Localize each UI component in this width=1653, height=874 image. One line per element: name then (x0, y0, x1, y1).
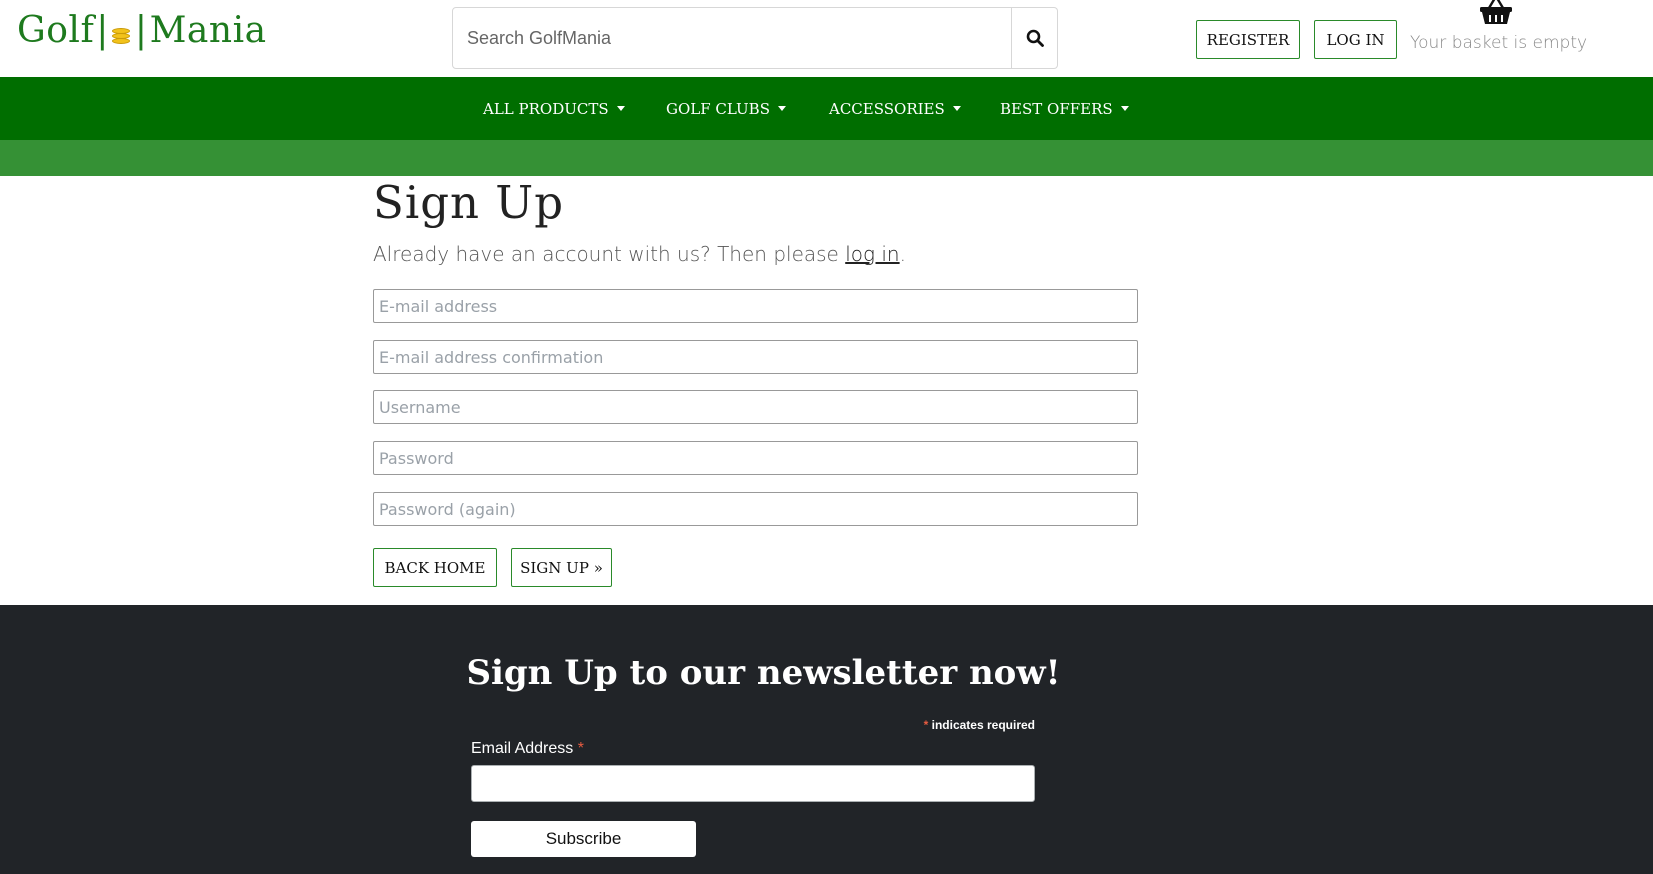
login-link[interactable]: log in (845, 242, 899, 266)
caret-down-icon (616, 106, 625, 111)
back-home-button[interactable]: BACK HOME (373, 548, 497, 587)
newsletter-footer: Sign Up to our newsletter now! * indicat… (0, 605, 1653, 874)
required-note-text: indicates required (928, 718, 1035, 732)
caret-down-icon (952, 106, 961, 111)
nav-label: ACCESSORIES (829, 99, 945, 118)
basket-status: Your basket is empty (1410, 33, 1588, 53)
sub-banner (0, 140, 1653, 176)
caret-down-icon (777, 106, 786, 111)
sign-up-button[interactable]: SIGN UP » (511, 548, 612, 587)
login-prompt-suffix: . (899, 242, 906, 266)
nav-accessories[interactable]: ACCESSORIES (829, 77, 961, 140)
nav-label: ALL PRODUCTS (483, 99, 609, 118)
coins-icon (111, 22, 132, 48)
register-button[interactable]: REGISTER (1196, 20, 1300, 59)
logo-text-mania: Mania (149, 10, 267, 51)
nav-golf-clubs[interactable]: GOLF CLUBS (666, 77, 786, 140)
search-icon (1026, 29, 1044, 47)
site-logo[interactable]: Golf | | Mania (17, 10, 267, 51)
basket-icon (1480, 0, 1512, 24)
email-field[interactable] (373, 289, 1138, 323)
basket[interactable]: Your basket is empty (1410, 0, 1588, 60)
password-field[interactable] (373, 441, 1138, 475)
logo-text-golf: Golf (17, 10, 95, 51)
required-star: * (577, 740, 584, 757)
page-title: Sign Up (373, 176, 565, 229)
email-label-text: Email Address (471, 740, 578, 757)
newsletter-email-label: Email Address * (471, 740, 584, 758)
search-button[interactable] (1012, 7, 1058, 69)
main-nav: ALL PRODUCTS GOLF CLUBS ACCESSORIES BEST… (0, 77, 1653, 140)
password-again-field[interactable] (373, 492, 1138, 526)
search-bar (452, 7, 1058, 69)
logo-divider: | (96, 10, 109, 51)
site-header: Golf | | Mania REGISTER LOG IN Your bask… (0, 0, 1653, 77)
subscribe-button[interactable]: Subscribe (471, 821, 696, 857)
search-input[interactable] (452, 7, 1012, 69)
login-prompt-text: Already have an account with us? Then pl… (373, 242, 846, 266)
nav-label: GOLF CLUBS (666, 99, 770, 118)
login-prompt: Already have an account with us? Then pl… (373, 242, 906, 266)
newsletter-email-input[interactable] (471, 765, 1035, 802)
login-button[interactable]: LOG IN (1314, 20, 1397, 59)
logo-divider: | (134, 10, 148, 51)
email-confirm-field[interactable] (373, 340, 1138, 374)
caret-down-icon (1120, 106, 1129, 111)
username-field[interactable] (373, 390, 1138, 424)
nav-best-offers[interactable]: BEST OFFERS (1000, 77, 1129, 140)
nav-label: BEST OFFERS (1000, 99, 1113, 118)
required-note: * indicates required (850, 718, 1035, 732)
newsletter-title: Sign Up to our newsletter now! (466, 653, 1061, 693)
nav-all-products[interactable]: ALL PRODUCTS (483, 77, 625, 140)
